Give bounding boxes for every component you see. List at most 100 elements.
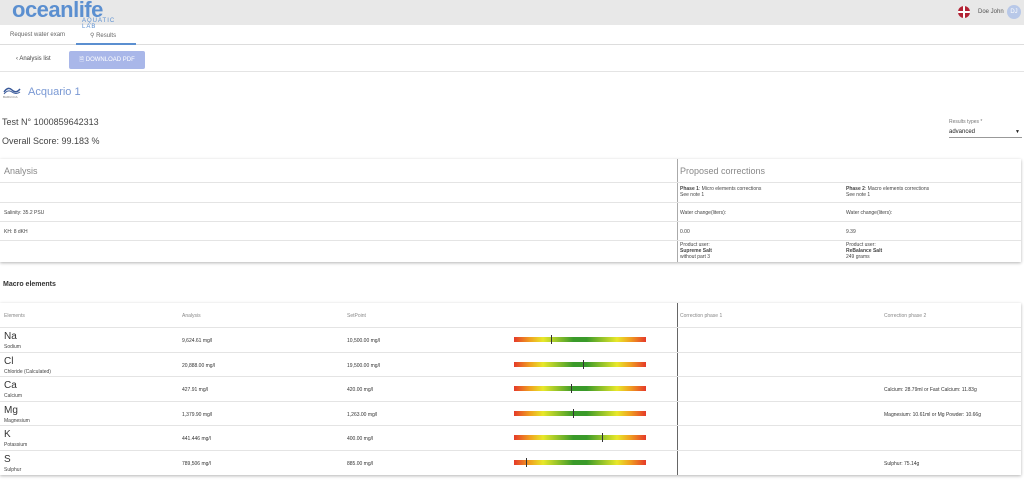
- analysis-value: 9,624.61 mg/l: [182, 338, 213, 344]
- table-row: S Sulphur 789,506 mg/l 885.00 mg/l Sulph…: [0, 449, 1021, 475]
- aquarium-logo: [3, 83, 21, 95]
- level-marker: [550, 335, 552, 344]
- active-tab-indicator: [76, 43, 136, 45]
- oceanlife-logo[interactable]: oceanlife AQUATIC LAB: [12, 0, 114, 30]
- divider: [0, 202, 1021, 203]
- analysis-panel: Analysis Proposed corrections Phase 1: M…: [0, 159, 1021, 262]
- element-name: Sulphur: [4, 466, 22, 473]
- phase1-note: See note 1: [680, 192, 705, 198]
- caret-down-icon: ▼: [1015, 129, 1020, 135]
- header-analysis: Analysis: [182, 313, 201, 319]
- level-marker: [570, 384, 572, 393]
- download-pdf-label: DOWNLOAD PDF: [85, 57, 135, 63]
- water-change-label-p1: Water change(liters):: [680, 210, 727, 216]
- level-bar: [514, 359, 646, 369]
- level-bar: [514, 408, 646, 418]
- top-bar: oceanlife AQUATIC LAB Doe John DJ: [0, 0, 1024, 30]
- uk-flag-icon[interactable]: [958, 6, 970, 18]
- analysis-value: 789,506 mg/l: [182, 460, 211, 467]
- tab-results[interactable]: ⚲ Results: [90, 32, 116, 39]
- back-to-analysis-list[interactable]: ‹ Analysis list: [16, 56, 51, 62]
- logo-wordmark: oceanlife: [12, 0, 103, 22]
- element-symbol: Ca: [4, 380, 17, 391]
- header-correction-phase-2: Correction phase 2: [884, 313, 927, 319]
- setpoint-value: 19,500.00 mg/l: [347, 362, 381, 369]
- panel-divider: [677, 159, 678, 262]
- level-bar: [514, 335, 646, 344]
- water-change-p2: 9.39: [846, 229, 856, 235]
- level-bar: [514, 433, 646, 442]
- setpoint-value: 1,263.00 mg/l: [347, 411, 378, 418]
- tab-request-water-exam[interactable]: Request water exam: [10, 32, 65, 38]
- toolbar: ‹ Analysis list: [0, 47, 1024, 72]
- avatar[interactable]: DJ: [1007, 5, 1021, 19]
- setpoint-value: 885.00 mg/l: [347, 460, 374, 467]
- element-symbol: K: [4, 429, 11, 440]
- results-type-label: Results types *: [949, 119, 983, 125]
- level-bar: [514, 457, 646, 467]
- product-p1: Product user: Supreme Salt without part …: [680, 242, 712, 260]
- element-symbol: Na: [4, 331, 17, 342]
- back-label: Analysis list: [19, 56, 51, 62]
- product-p2: Product user: ReBalance Salt 249 grams: [846, 242, 882, 260]
- p1-extra: without part 3: [680, 254, 711, 260]
- water-change-label-p2: Water change(liters):: [846, 210, 893, 216]
- setpoint-value: 10,500.00 mg/l: [347, 338, 381, 344]
- element-name: Chloride (Calculated): [4, 368, 51, 375]
- overall-score: Overall Score: 99.183 %: [2, 136, 100, 146]
- phase1-title: : Micro elements corrections: [698, 186, 762, 192]
- element-name: Potassium: [4, 442, 28, 448]
- results-type-selected: advanced: [949, 129, 976, 135]
- correction-phase-2: Sulphur: 75.14g: [884, 460, 920, 467]
- p2-extra: 249 grams: [846, 254, 870, 260]
- level-marker: [582, 359, 584, 369]
- user-name[interactable]: Doe John: [978, 9, 1004, 15]
- kh-value: KH: 8 dKH: [4, 229, 28, 235]
- macro-elements-table: Elements Analysis SetPoint Correction ph…: [0, 303, 1021, 475]
- phase2-title: : Macro elements corrections: [864, 186, 930, 192]
- table-row: Cl Chloride (Calculated) 20,888.00 mg/l …: [0, 351, 1021, 377]
- analysis-value: 20,888.00 mg/l: [182, 362, 216, 369]
- download-pdf-button[interactable]: 🗎 DOWNLOAD PDF: [69, 51, 145, 69]
- proposed-corrections-title: Proposed corrections: [680, 166, 766, 176]
- analysis-value: 427.91 mg/l: [182, 387, 209, 393]
- element-name: Calcium: [4, 393, 23, 399]
- element-symbol: Cl: [4, 355, 14, 367]
- header-elements: Elements: [4, 313, 25, 319]
- setpoint-value: 400.00 mg/l: [347, 436, 374, 442]
- table-row: Mg Magnesium 1,379.90 mg/l 1,263.00 mg/l…: [0, 400, 1021, 426]
- tab-results-label: Results: [96, 33, 117, 39]
- header-correction-phase-1: Correction phase 1: [680, 313, 723, 319]
- phase1-header: Phase 1: Micro elements corrections See …: [680, 186, 761, 198]
- phase2-note: See note 1: [846, 192, 871, 198]
- level-marker: [573, 408, 575, 418]
- level-marker: [525, 457, 527, 467]
- analysis-title: Analysis: [4, 166, 38, 176]
- table-row: K Potassium 441.446 mg/l 400.00 mg/l: [0, 425, 1021, 450]
- analysis-value: 1,379.90 mg/l: [182, 411, 213, 418]
- divider: [0, 240, 1021, 241]
- element-symbol: Mg: [4, 404, 18, 416]
- element-name: Magnesium: [4, 417, 30, 424]
- element-name: Sodium: [4, 344, 21, 350]
- macro-elements-title: Macro elements: [3, 281, 56, 288]
- salinity-value: Salinity: 35.2 PSU: [4, 210, 45, 216]
- results-type-select[interactable]: Results types * advanced ▼: [949, 119, 1022, 138]
- results-type-value[interactable]: advanced ▼: [949, 127, 1022, 138]
- element-symbol: S: [4, 453, 11, 465]
- setpoint-value: 420.00 mg/l: [347, 387, 374, 393]
- table-row: Na Sodium 9,624.61 mg/l 10,500.00 mg/l: [0, 327, 1021, 352]
- level-marker: [602, 433, 604, 442]
- test-number: Test N° 1000859642313: [2, 117, 99, 127]
- aquarium-logo-text: BARUCCA: [3, 95, 18, 99]
- analysis-value: 441.446 mg/l: [182, 436, 211, 442]
- correction-phase-2: Magnesium: 10.61ml or Mg Powder: 10.66g: [884, 411, 981, 418]
- water-change-p1: 0.00: [680, 229, 690, 235]
- divider: [0, 182, 1021, 183]
- correction-phase-2: Calcium: 28.79ml or Fast Calcium: 11.83g: [884, 387, 977, 393]
- table-row: Ca Calcium 427.91 mg/l 420.00 mg/l Calci…: [0, 376, 1021, 401]
- tab-bar: Request water exam ⚲ Results: [0, 25, 1024, 45]
- divider: [0, 221, 1021, 222]
- phase2-header: Phase 2: Macro elements corrections See …: [846, 186, 929, 198]
- header-setpoint: SetPoint: [347, 313, 366, 319]
